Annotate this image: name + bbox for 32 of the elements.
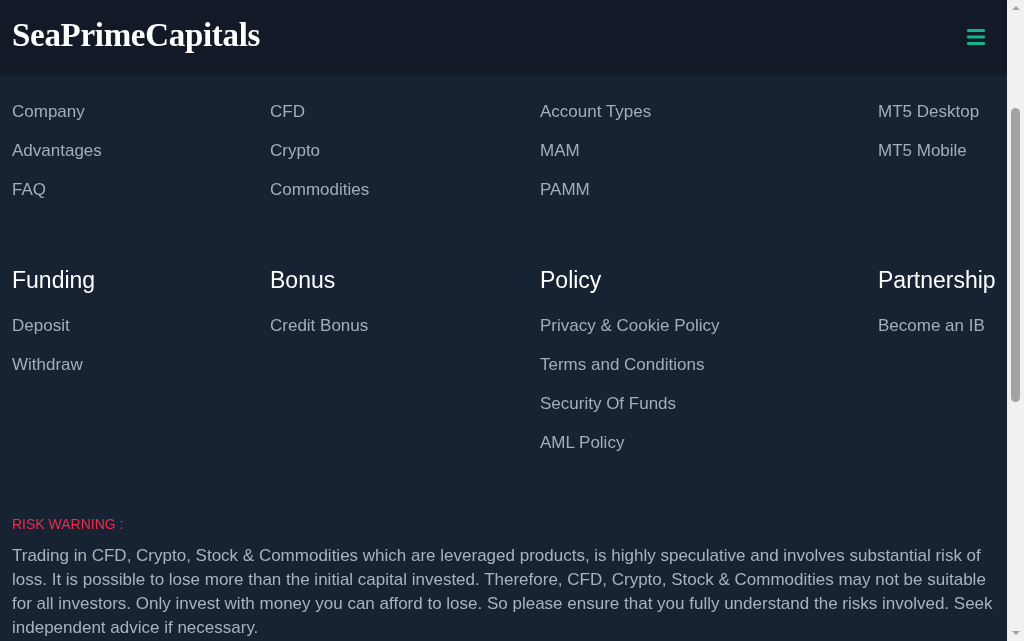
footer-link[interactable]: Privacy & Cookie Policy	[540, 314, 720, 338]
menu-button[interactable]	[967, 28, 985, 45]
footer-link[interactable]: Commodities	[270, 178, 370, 202]
section-heading: Bonus	[270, 266, 336, 295]
section-heading: Funding	[12, 266, 96, 295]
scroll-up-arrow-icon[interactable]	[1011, 6, 1020, 10]
footer-link[interactable]: PAMM	[540, 178, 590, 202]
footer-link[interactable]: FAQ	[12, 178, 46, 202]
footer-link[interactable]: AML Policy	[540, 431, 625, 455]
scroll-down-arrow-icon[interactable]	[1011, 631, 1020, 635]
scrollbar-thumb[interactable]	[1011, 108, 1020, 402]
footer-link[interactable]: Withdraw	[12, 353, 83, 377]
logo-text[interactable]: SeaPrimeCapitals	[12, 17, 261, 54]
section-heading: Policy	[540, 266, 602, 295]
footer-link[interactable]: Credit Bonus	[270, 314, 369, 338]
menu-icon	[967, 28, 985, 45]
footer-link[interactable]: MT5 Mobile	[878, 139, 967, 163]
footer-link[interactable]: Account Types	[540, 100, 652, 124]
risk-warning-title: RISK WARNING :	[12, 515, 125, 534]
footer-link[interactable]: Security Of Funds	[540, 392, 677, 416]
footer-link[interactable]: Advantages	[12, 139, 102, 163]
footer-link[interactable]: Deposit	[12, 314, 70, 338]
footer-link[interactable]: MAM	[540, 139, 580, 163]
footer-link[interactable]: Become an IB	[878, 314, 985, 338]
scrollbar[interactable]	[1007, 0, 1024, 641]
footer-link[interactable]: CFD	[270, 100, 305, 124]
footer-link[interactable]: Terms and Conditions	[540, 353, 705, 377]
risk-warning-text: Trading in CFD, Crypto, Stock & Commodities which are leveraged products, is highly speculative and involves substantial risk of loss. It is possible to lose more than the initial capital invested. Therefore, CFD, Crypto, Stock & Commodities may not be suitable for all investors. Only invest with money you can afford to lose. So please ensure that you fully understand the risks involved. Seek independent advice if necessary.	[12, 545, 994, 639]
section-heading: Partnership	[878, 266, 996, 295]
footer-link[interactable]: Crypto	[270, 139, 321, 163]
footer-link[interactable]: MT5 Desktop	[878, 100, 980, 124]
footer-link[interactable]: Company	[12, 100, 85, 124]
